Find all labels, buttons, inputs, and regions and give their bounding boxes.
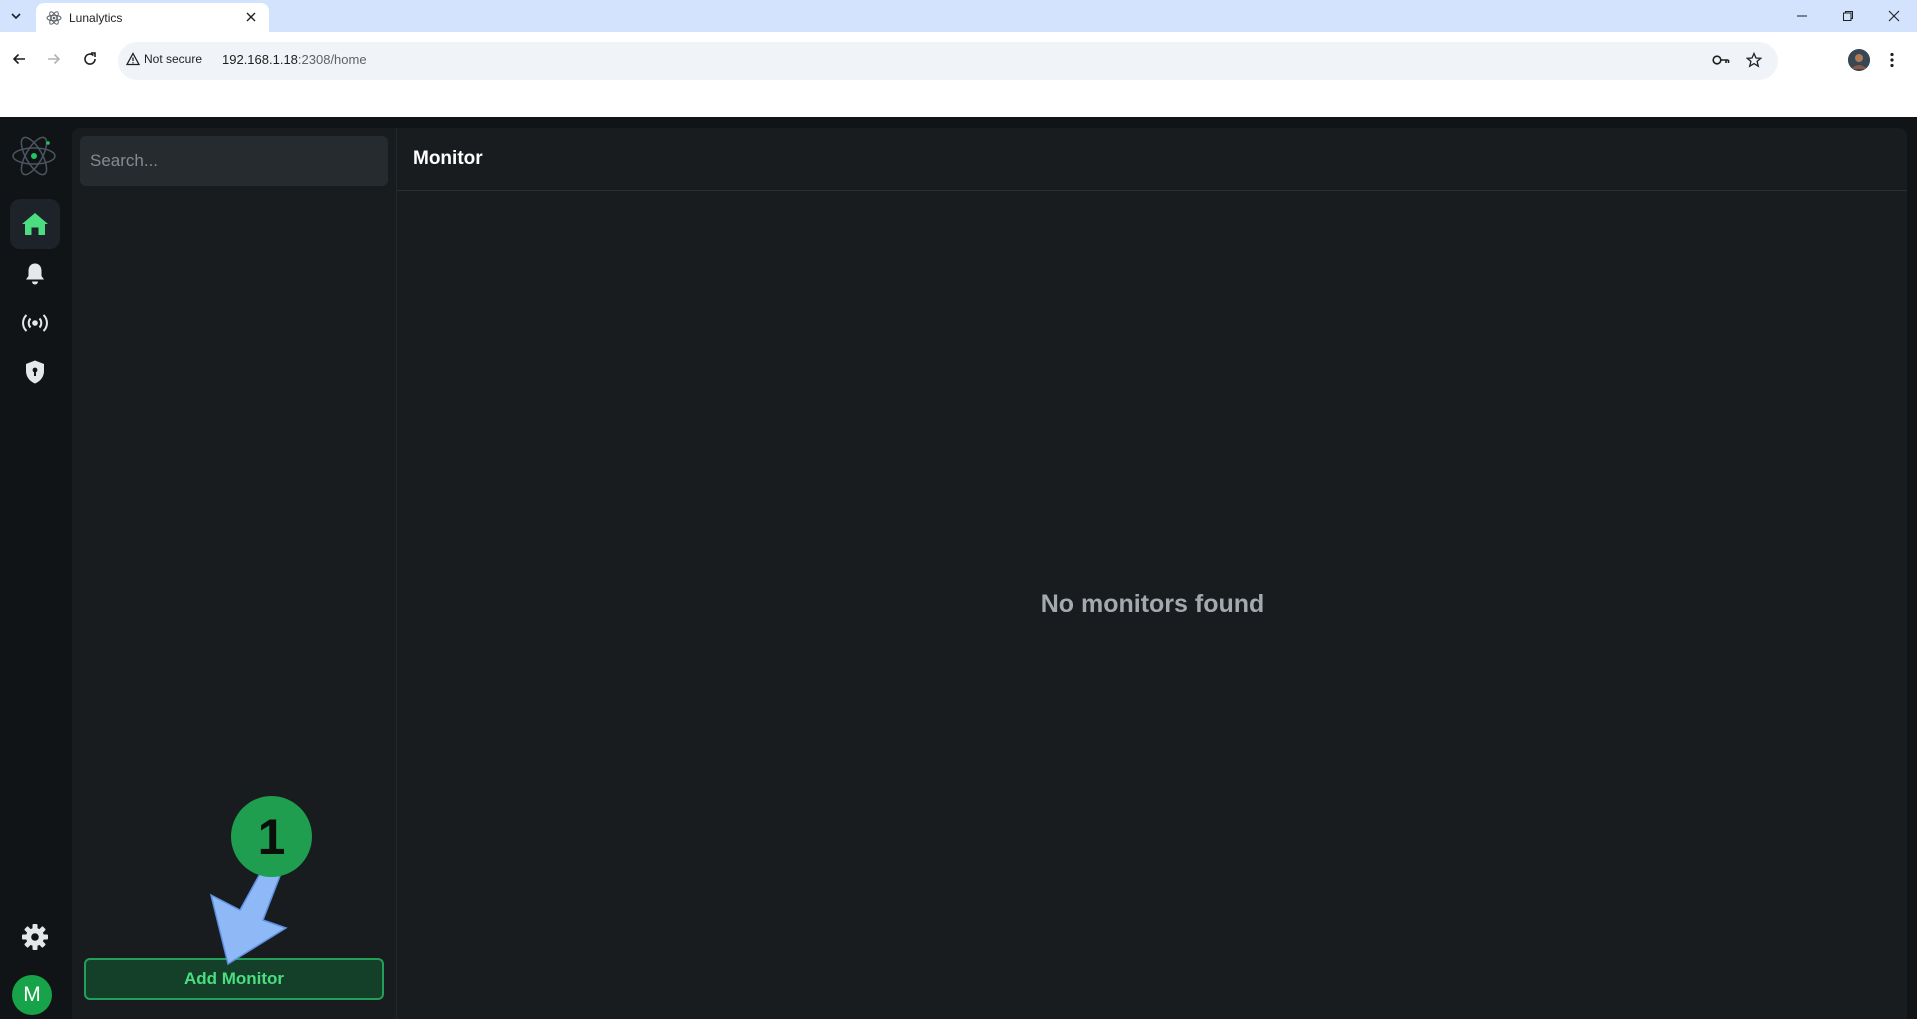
restore-icon[interactable]	[1838, 6, 1858, 26]
url-text[interactable]: 192.168.1.18:2308/home	[222, 52, 367, 67]
profile-avatar[interactable]	[1848, 49, 1870, 71]
main-content: Monitor No monitors found	[396, 128, 1907, 1019]
step-number-badge: 1	[231, 796, 312, 877]
back-arrow-icon[interactable]	[8, 48, 30, 70]
bell-icon	[26, 263, 44, 285]
gear-icon	[22, 924, 48, 950]
close-window-icon[interactable]	[1884, 6, 1904, 26]
bookmark-star-icon[interactable]	[1745, 51, 1763, 69]
not-secure-label: Not secure	[144, 52, 203, 66]
rail-settings[interactable]	[10, 912, 60, 962]
not-secure-indicator[interactable]: Not secure	[126, 52, 202, 66]
browser-tab[interactable]: Lunalytics	[36, 3, 269, 32]
lunalytics-logo-icon[interactable]	[10, 132, 58, 180]
address-bar[interactable]: Not secure 192.168.1.18:2308/home	[118, 42, 1778, 80]
password-key-icon[interactable]	[1712, 51, 1730, 69]
user-avatar[interactable]: M	[12, 975, 52, 1015]
rail-security[interactable]	[10, 347, 60, 397]
avatar-initial: M	[23, 983, 41, 1006]
reload-icon[interactable]	[79, 48, 101, 70]
annotation-arrow-icon	[209, 869, 288, 966]
icon-rail: M	[0, 117, 70, 1019]
rail-status-pages[interactable]	[10, 298, 60, 348]
tab-search-chevron-icon[interactable]	[4, 5, 28, 27]
warning-triangle-icon	[126, 52, 140, 66]
browser-toolbar: Not secure 192.168.1.18:2308/home	[0, 32, 1917, 118]
browser-menu-icon[interactable]	[1884, 49, 1900, 71]
tab-close-icon[interactable]	[243, 9, 259, 25]
atom-favicon-icon	[46, 11, 62, 25]
home-icon	[22, 213, 48, 235]
page-title: Monitor	[413, 148, 483, 169]
forward-arrow-icon[interactable]	[43, 48, 65, 70]
rail-home[interactable]	[10, 199, 60, 249]
rail-notifications[interactable]	[10, 249, 60, 299]
broadcast-icon	[22, 314, 48, 332]
main-header: Monitor	[397, 128, 1907, 191]
search-box	[80, 136, 388, 186]
tab-title: Lunalytics	[69, 11, 123, 25]
shield-icon	[26, 360, 44, 384]
empty-state-message: No monitors found	[1040, 590, 1265, 618]
url-host: 192.168.1.18	[222, 52, 298, 67]
minimize-icon[interactable]	[1792, 6, 1812, 26]
browser-tab-strip: Lunalytics	[0, 0, 1917, 32]
search-input[interactable]	[80, 136, 388, 186]
url-path: :2308/home	[297, 52, 367, 67]
